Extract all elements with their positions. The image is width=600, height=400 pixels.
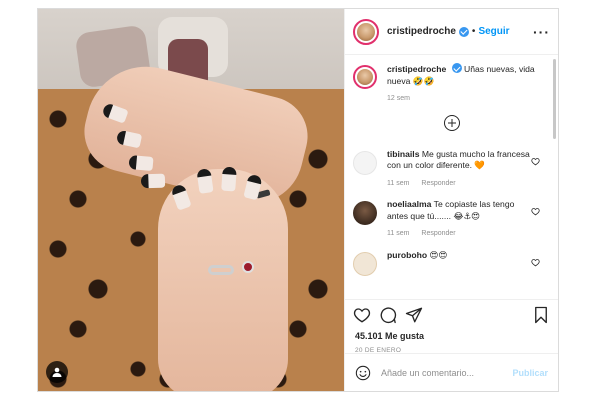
heart-icon[interactable] [531, 207, 540, 216]
comment-text: 😍😍 [429, 249, 448, 260]
comment-icon[interactable] [379, 306, 397, 324]
post-side-panel: cristipedroche • Seguir ··· cristipedroc… [344, 9, 558, 391]
comment-row: tibinails Me gusta mucho la francesa con… [353, 149, 550, 190]
avatar[interactable] [353, 65, 377, 89]
likes-count[interactable]: 45.101 Me gusta [345, 331, 558, 341]
dot-separator: • [471, 26, 476, 37]
caption-row: cristipedroche Uñas nuevas, vida nueva 🤣… [353, 63, 550, 105]
reply-button[interactable]: Responder [421, 230, 455, 237]
comments-list[interactable]: cristipedroche Uñas nuevas, vida nueva 🤣… [345, 55, 558, 299]
load-more [353, 114, 550, 131]
comment-username[interactable]: noeliaalma [387, 199, 431, 209]
avatar[interactable] [353, 150, 377, 175]
verified-icon [458, 26, 469, 37]
publish-button[interactable]: Publicar [512, 368, 548, 378]
emoji-icon[interactable] [355, 365, 371, 381]
add-comment-bar: Añade un comentario... Publicar [345, 353, 558, 391]
comment-row: noeliaalma Te copiaste las tengo antes q… [353, 199, 550, 240]
caption-username[interactable]: cristipedroche [387, 64, 446, 74]
load-more-icon[interactable] [443, 114, 460, 131]
photo-ring [208, 265, 234, 275]
more-options-icon[interactable]: ··· [533, 24, 550, 40]
comment-time[interactable]: 11 sem [387, 180, 409, 187]
comment-time[interactable]: 11 sem [387, 230, 409, 237]
heart-icon[interactable] [531, 157, 540, 166]
comment-username[interactable]: tibinails [387, 149, 419, 159]
photo-ring-gem [242, 261, 254, 273]
action-bar [345, 299, 558, 329]
header-username[interactable]: cristipedroche [387, 26, 456, 37]
heart-icon[interactable] [531, 258, 540, 267]
user-tag-icon[interactable] [46, 361, 68, 383]
follow-button[interactable]: Seguir [478, 26, 509, 37]
scrollbar[interactable] [553, 59, 556, 139]
avatar[interactable] [353, 251, 377, 276]
caption-time[interactable]: 12 sem [387, 95, 410, 102]
comment-username[interactable]: puroboho [387, 250, 427, 260]
bookmark-icon[interactable] [532, 306, 550, 324]
post-photo[interactable] [38, 9, 344, 391]
comment-row: puroboho 😍😍 [353, 250, 550, 276]
heart-icon[interactable] [353, 306, 371, 324]
avatar[interactable] [353, 18, 379, 45]
avatar[interactable] [353, 201, 377, 225]
verified-icon [451, 63, 462, 73]
instagram-post: cristipedroche • Seguir ··· cristipedroc… [37, 8, 559, 392]
post-header: cristipedroche • Seguir ··· [345, 9, 558, 55]
reply-button[interactable]: Responder [421, 180, 455, 187]
comment-input[interactable]: Añade un comentario... [381, 368, 512, 378]
share-icon[interactable] [405, 306, 423, 324]
